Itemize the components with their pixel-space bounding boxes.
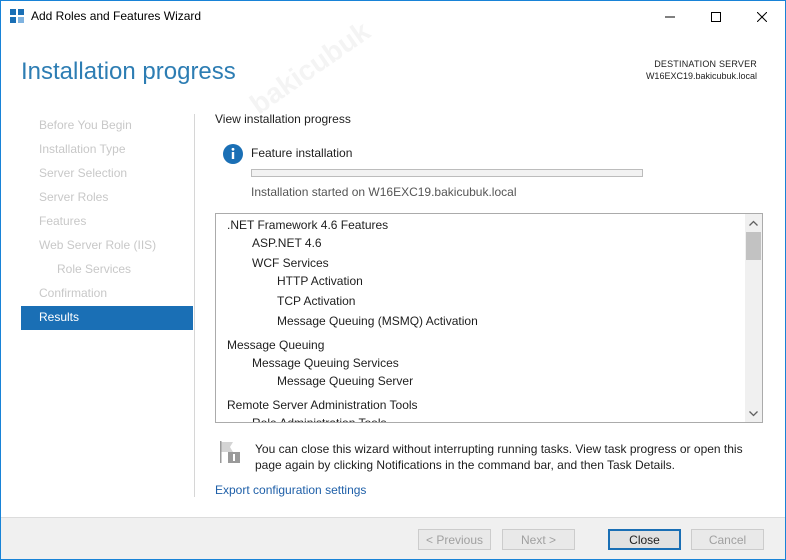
feature-list-item: HTTP Activation [277, 274, 363, 288]
destination-label: DESTINATION SERVER [654, 59, 757, 69]
vertical-scrollbar[interactable] [745, 214, 762, 422]
window-title: Add Roles and Features Wizard [31, 9, 202, 23]
previous-button[interactable]: < Previous [418, 529, 491, 550]
minimize-icon [665, 16, 675, 17]
feature-list-item: Role Administration Tools [252, 416, 387, 422]
scrollbar-thumb[interactable] [746, 232, 761, 260]
nav-item-installation-type[interactable]: Installation Type [21, 138, 193, 162]
nav-item-role-services[interactable]: Role Services [21, 258, 193, 282]
info-icon [223, 144, 243, 164]
nav-item-features[interactable]: Features [21, 210, 193, 234]
feature-list-item: Message Queuing Server [277, 374, 414, 388]
feature-list-item: .NET Framework 4.6 Features [227, 218, 389, 232]
close-window-button[interactable] [739, 1, 785, 32]
page-title: Installation progress [21, 58, 236, 85]
button-bar: < Previous Next > Close Cancel [1, 517, 785, 559]
wizard-app-icon [10, 9, 24, 23]
installation-started-text: Installation started on W16EXC19.bakicub… [251, 185, 517, 199]
feature-list-item: Message Queuing [227, 338, 325, 352]
close-icon [757, 11, 767, 22]
destination-server-name: W16EXC19.bakicubuk.local [645, 71, 757, 81]
feature-list-item: WCF Services [252, 256, 329, 270]
export-configuration-link[interactable]: Export configuration settings [215, 483, 366, 497]
close-button[interactable]: Close [608, 529, 681, 550]
notice-text: You can close this wizard without interr… [255, 442, 743, 472]
nav-item-server-selection[interactable]: Server Selection [21, 162, 193, 186]
destination-server-info: DESTINATION SERVER W16EXC19.bakicubuk.lo… [646, 58, 757, 82]
view-progress-label: View installation progress [215, 112, 351, 126]
maximize-button[interactable] [693, 1, 739, 32]
feature-list-item: ASP.NET 4.6 [252, 236, 322, 250]
feature-list-item: Message Queuing (MSMQ) Activation [277, 314, 478, 328]
feature-list-item: Message Queuing Services [252, 356, 399, 370]
scroll-down-button[interactable] [745, 405, 762, 422]
maximize-icon [711, 11, 721, 22]
nav-item-server-roles[interactable]: Server Roles [21, 186, 193, 210]
minimize-button[interactable] [647, 1, 693, 32]
next-button[interactable]: Next > [502, 529, 575, 550]
chevron-up-icon [749, 220, 758, 226]
feature-list-item: TCP Activation [277, 294, 356, 308]
nav-item-confirmation[interactable]: Confirmation [21, 282, 193, 306]
cancel-button[interactable]: Cancel [691, 529, 764, 550]
feature-list-box[interactable]: .NET Framework 4.6 Features ASP.NET 4.6 WC… [215, 213, 763, 423]
wizard-window: Add Roles and Features Wizard Installati… [0, 0, 786, 560]
wizard-content: Installation progress DESTINATION SERVER… [1, 15, 785, 517]
nav-divider [194, 114, 195, 497]
nav-item-web-server-role-iis[interactable]: Web Server Role (IIS) [21, 234, 193, 258]
watermark-text: bakicubuk [244, 15, 376, 121]
title-bar[interactable]: Add Roles and Features Wizard [1, 1, 785, 32]
wizard-nav: Before You Begin Installation Type Server … [21, 114, 193, 330]
nav-item-before-you-begin[interactable]: Before You Begin [21, 114, 193, 138]
nav-item-results[interactable]: Results [21, 306, 193, 330]
feature-list-item: Remote Server Administration Tools [227, 398, 418, 412]
chevron-down-icon [749, 410, 758, 416]
notification-flag-icon [220, 441, 240, 463]
scroll-up-button[interactable] [745, 214, 762, 231]
feature-list: .NET Framework 4.6 Features ASP.NET 4.6 WC… [216, 214, 744, 422]
feature-installation-label: Feature installation [251, 146, 353, 160]
installation-progress-bar [251, 169, 643, 177]
